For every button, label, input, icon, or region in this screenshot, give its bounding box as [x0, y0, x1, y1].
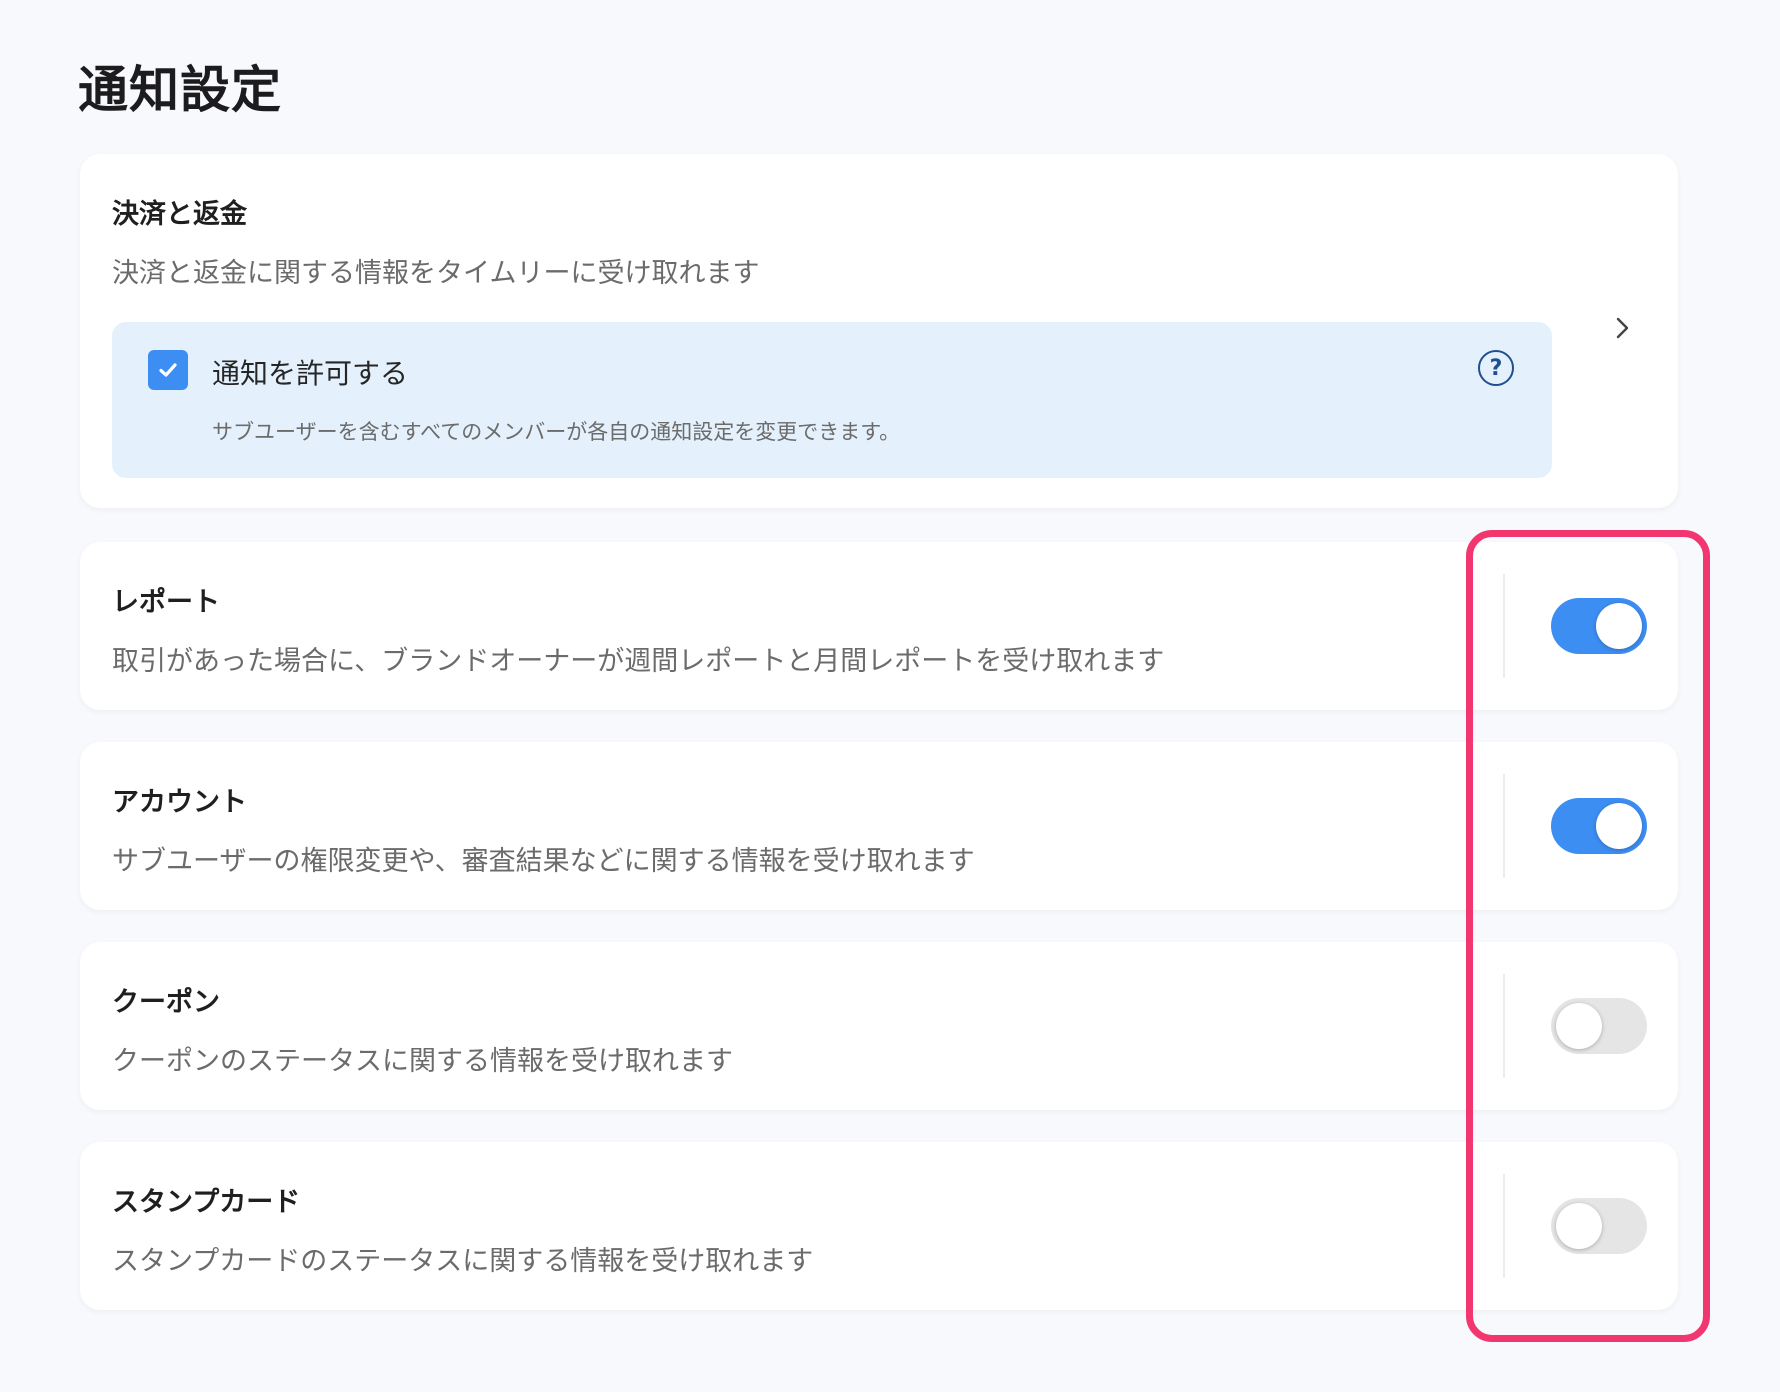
setting-title: クーポン: [112, 987, 220, 1018]
payment-card-description: 決済と返金に関する情報をタイムリーに受け取れます: [112, 258, 760, 289]
chevron-right-icon[interactable]: [1610, 316, 1634, 340]
account-toggle[interactable]: [1551, 798, 1647, 854]
divider: [1503, 774, 1505, 878]
setting-title: レポート: [112, 587, 220, 618]
toggle-knob: [1596, 803, 1642, 849]
setting-description: サブユーザーの権限変更や、審査結果などに関する情報を受け取れます: [112, 846, 975, 877]
allow-notification-label[interactable]: 通知を許可する: [212, 352, 408, 392]
stamp-card-toggle[interactable]: [1551, 1198, 1647, 1254]
account-setting-card: アカウント サブユーザーの権限変更や、審査結果などに関する情報を受け取れます: [80, 742, 1678, 910]
setting-title: アカウント: [112, 787, 247, 818]
check-icon: [159, 363, 177, 377]
page-title: 通知設定: [78, 61, 282, 119]
divider: [1503, 574, 1505, 678]
report-setting-card: レポート 取引があった場合に、ブランドオーナーが週間レポートと月間レポートを受け…: [80, 542, 1678, 710]
setting-description: クーポンのステータスに関する情報を受け取れます: [112, 1046, 733, 1077]
question-circle-icon[interactable]: ?: [1478, 350, 1514, 386]
toggle-knob: [1556, 1003, 1602, 1049]
stamp-card-setting-card: スタンプカード スタンプカードのステータスに関する情報を受け取れます: [80, 1142, 1678, 1310]
setting-title: スタンプカード: [112, 1187, 301, 1218]
setting-description: 取引があった場合に、ブランドオーナーが週間レポートと月間レポートを受け取れます: [112, 646, 1165, 677]
permission-note: サブユーザーを含むすべてのメンバーが各自の通知設定を変更できます。: [212, 420, 901, 444]
toggle-knob: [1556, 1203, 1602, 1249]
divider: [1503, 974, 1505, 1078]
divider: [1503, 1174, 1505, 1278]
payment-refund-card[interactable]: 決済と返金 決済と返金に関する情報をタイムリーに受け取れます 通知を許可する サ…: [80, 154, 1678, 508]
toggle-knob: [1596, 603, 1642, 649]
setting-description: スタンプカードのステータスに関する情報を受け取れます: [112, 1246, 814, 1277]
coupon-setting-card: クーポン クーポンのステータスに関する情報を受け取れます: [80, 942, 1678, 1110]
payment-card-title: 決済と返金: [112, 199, 247, 230]
allow-notification-checkbox[interactable]: [148, 350, 188, 390]
permission-box: 通知を許可する サブユーザーを含むすべてのメンバーが各自の通知設定を変更できます…: [112, 322, 1552, 478]
report-toggle[interactable]: [1551, 598, 1647, 654]
coupon-toggle[interactable]: [1551, 998, 1647, 1054]
